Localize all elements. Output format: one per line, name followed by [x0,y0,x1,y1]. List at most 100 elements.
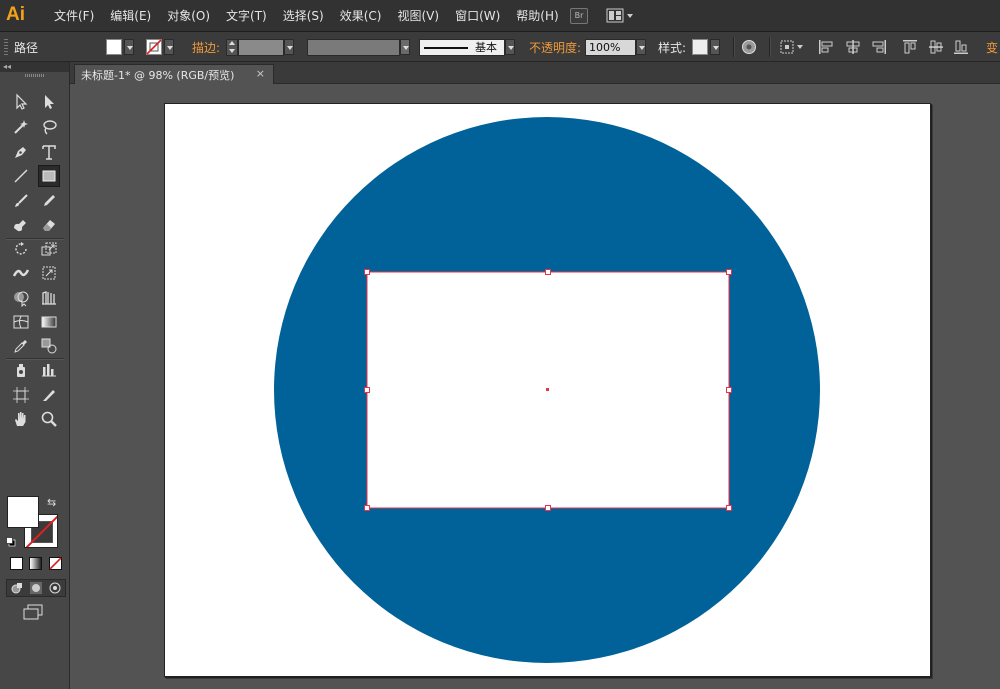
hand-tool[interactable] [10,408,32,430]
transform-width-label[interactable]: 变 [986,32,998,62]
fill-dropdown[interactable] [124,39,134,55]
arrange-documents-button[interactable] [606,6,636,26]
recolor-artwork-button[interactable] [741,32,757,62]
align-vertical-center-button[interactable] [928,32,944,62]
lasso-tool[interactable] [38,116,60,138]
transform-button[interactable] [779,32,805,62]
document-tab[interactable]: 未标题-1* @ 98% (RGB/预览) × [74,64,274,84]
align-right-button[interactable] [871,32,887,62]
blend-tool[interactable] [38,335,60,357]
close-document-icon[interactable]: × [256,67,265,80]
menu-items: 文件(F) 编辑(E) 对象(O) 文字(T) 选择(S) 效果(C) 视图(V… [46,0,567,32]
line-segment-tool[interactable] [10,165,32,187]
artboard-tool[interactable] [10,384,32,406]
align-vertical-center-icon [929,40,943,54]
fill-swatch-large[interactable] [7,496,39,528]
rotate-tool[interactable] [10,238,32,260]
stroke-dropdown[interactable] [164,39,174,55]
gradient-mode-button[interactable] [29,557,42,570]
collapse-panel-icon[interactable]: ◂◂ [3,62,11,72]
stroke-weight-input[interactable] [238,38,284,56]
eraser-tool[interactable] [38,214,60,236]
artboard[interactable] [164,103,931,677]
pen-tool[interactable] [10,141,32,163]
menu-view[interactable]: 视图(V) [389,0,447,32]
none-mode-button[interactable] [49,557,62,570]
paintbrush-tool[interactable] [10,190,32,212]
opacity-label[interactable]: 不透明度: [529,32,581,62]
stroke-weight-dropdown[interactable] [284,39,294,55]
opacity-control[interactable]: 100% [585,32,646,62]
stroke-weight-control[interactable] [226,32,294,62]
shape-builder-tool[interactable] [10,287,32,309]
tools-panel-grip[interactable] [0,72,69,80]
graphic-style-control[interactable] [692,32,720,62]
menu-file[interactable]: 文件(F) [46,0,102,32]
zoom-tool[interactable] [38,408,60,430]
mesh-tool[interactable] [10,311,32,333]
bridge-button[interactable]: Br [570,6,590,26]
width-tool[interactable] [10,262,32,284]
column-graph-icon [42,364,56,377]
opacity-input[interactable]: 100% [585,38,636,56]
menu-select[interactable]: 选择(S) [275,0,332,32]
menu-edit[interactable]: 编辑(E) [102,0,159,32]
eyedropper-tool[interactable] [10,335,32,357]
column-graph-tool[interactable] [38,359,60,381]
gradient-tool[interactable] [38,311,60,333]
align-center-button[interactable] [845,32,861,62]
align-bottom-button[interactable] [953,32,969,62]
rectangle-tool[interactable] [38,165,60,187]
direct-selection-tool[interactable] [38,91,60,113]
slice-tool[interactable] [38,384,60,406]
change-screen-mode-button[interactable] [22,604,44,623]
perspective-grid-tool[interactable] [38,287,60,309]
variable-width-profile[interactable] [307,32,410,62]
free-transform-tool[interactable] [38,262,60,284]
selection-arrow-icon [16,93,28,110]
align-top-button[interactable] [902,32,918,62]
handle-top-left [364,269,370,275]
opacity-dropdown[interactable] [636,39,646,55]
magic-wand-tool[interactable] [10,116,32,138]
type-tool[interactable] [38,141,60,163]
brush-definition-control[interactable]: 基本 [419,32,515,62]
canvas-area[interactable] [70,84,1000,689]
selection-tool[interactable] [10,91,32,113]
stroke-weight-stepper[interactable] [226,38,238,56]
swap-fill-stroke-icon[interactable]: ⇆ [47,496,56,509]
menu-type[interactable]: 文字(T) [218,0,275,32]
align-left-button[interactable] [818,32,834,62]
symbol-sprayer-tool[interactable] [10,359,32,381]
scale-tool[interactable] [38,238,60,260]
stroke-color-control[interactable] [146,32,174,62]
menu-effect[interactable]: 效果(C) [332,0,390,32]
draw-normal-icon[interactable] [10,581,24,595]
draw-inside-icon[interactable] [48,581,62,595]
brush-definition-dropdown[interactable] [505,39,515,55]
fill-swatch[interactable] [106,39,122,55]
graphic-style-dropdown[interactable] [710,39,720,55]
handle-bottom-right [726,505,732,511]
pencil-tool[interactable] [38,190,60,212]
handle-top-center [545,269,551,275]
variable-width-dropdown[interactable] [400,39,410,55]
menu-help[interactable]: 帮助(H) [508,0,566,32]
arrange-documents-icon [606,8,633,23]
width-icon [12,269,30,277]
color-mode-button[interactable] [10,557,23,570]
blob-brush-tool[interactable] [10,214,32,236]
stroke-weight-label[interactable]: 描边: [192,32,220,62]
default-fill-stroke-icon[interactable] [6,536,16,547]
draw-behind-icon[interactable] [29,581,43,595]
menu-object[interactable]: 对象(O) [159,0,218,32]
fill-color-control[interactable] [106,32,134,62]
graphic-style-swatch[interactable] [692,39,708,55]
control-bar-grip[interactable] [4,39,8,55]
no-stroke-icon[interactable] [146,39,162,55]
transform-icon [780,40,803,54]
variable-width-field[interactable] [307,38,400,56]
menu-window[interactable]: 窗口(W) [447,0,508,32]
brush-definition-field[interactable]: 基本 [419,38,505,56]
handle-middle-left [364,387,370,393]
